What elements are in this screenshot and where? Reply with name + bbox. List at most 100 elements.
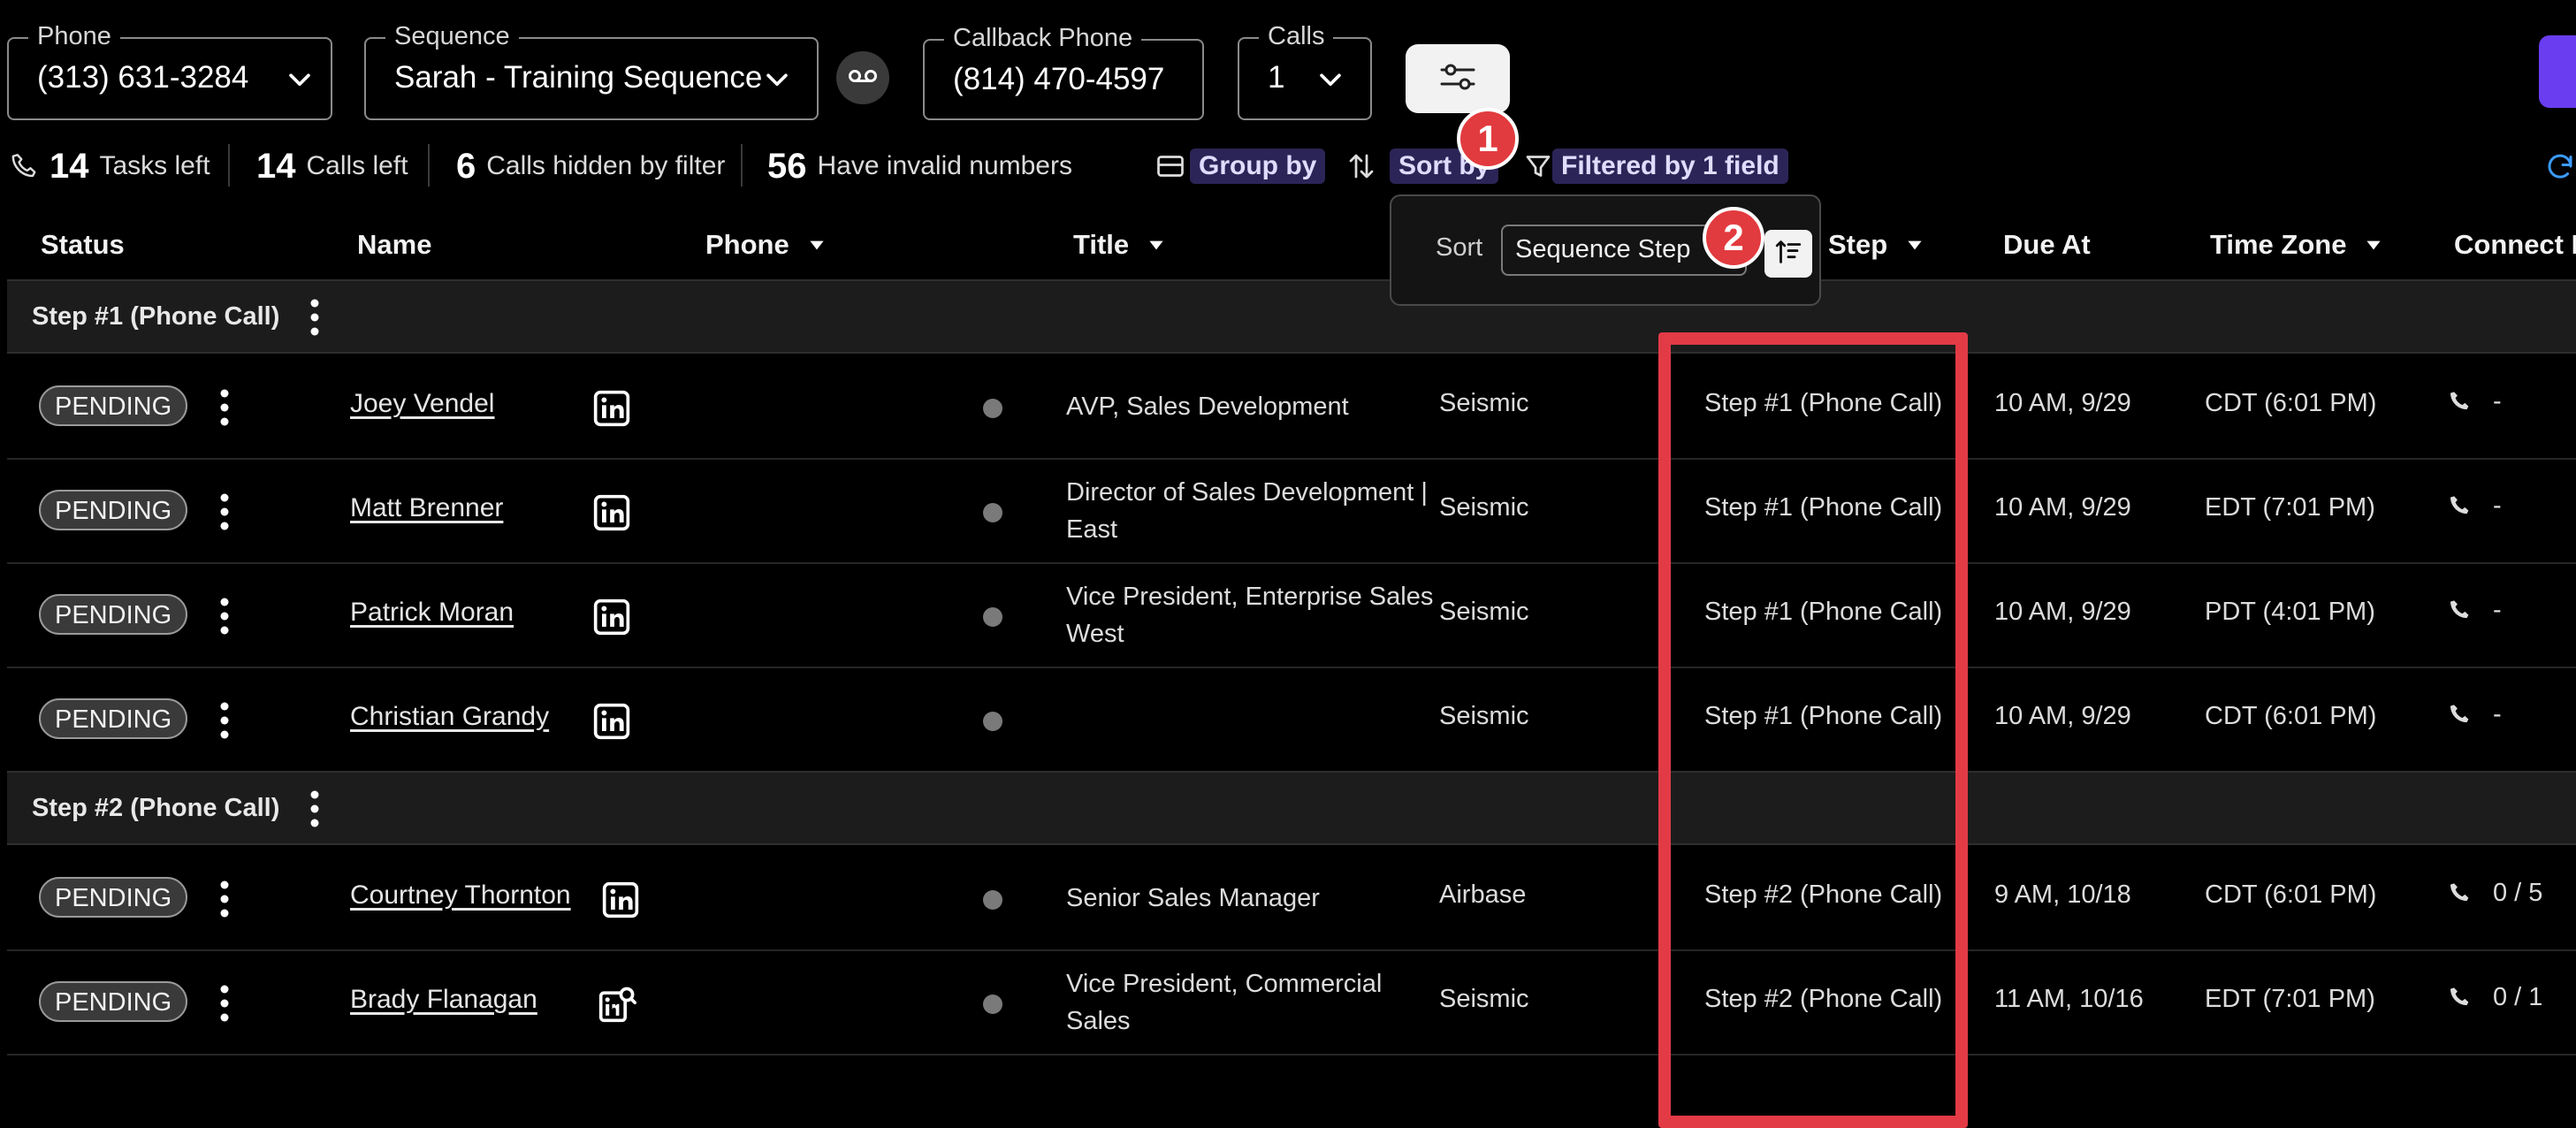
contact-title: Vice President, Commercial Sales: [1066, 970, 1383, 1035]
phone-icon: [2450, 987, 2469, 1006]
more-vertical-icon[interactable]: [216, 879, 233, 919]
time-zone: PDT (4:01 PM): [2205, 598, 2375, 626]
group-label: Step #2 (Phone Call): [32, 794, 280, 822]
linkedin-icon[interactable]: [592, 389, 631, 428]
sort-field-value: Sequence Step: [1515, 235, 1691, 263]
status-dot: [983, 890, 1002, 910]
settings-sliders-button[interactable]: [1406, 44, 1510, 113]
divider: [428, 144, 430, 187]
more-vertical-icon[interactable]: [306, 789, 324, 827]
time-zone: CDT (6:01 PM): [2205, 389, 2377, 417]
more-vertical-icon[interactable]: [216, 983, 233, 1024]
time-zone: EDT (7:01 PM): [2205, 493, 2375, 522]
connect-rate-value: -: [2493, 699, 2502, 728]
table-row[interactable]: PENDING Christian Grandy Seismic Step #1…: [7, 668, 2576, 773]
status-badge: PENDING: [39, 981, 188, 1022]
company-name: Seismic: [1439, 702, 1529, 730]
status-badge: PENDING: [39, 490, 188, 530]
contact-name-link[interactable]: Matt Brenner: [350, 493, 503, 523]
group-label: Step #1 (Phone Call): [32, 302, 280, 331]
table-row[interactable]: PENDING Patrick Moran Vice President, En…: [7, 564, 2576, 668]
tasks-left-count: 14: [50, 146, 89, 186]
table-row[interactable]: PENDING Matt Brenner Director of Sales D…: [7, 460, 2576, 564]
calls-left-label: Calls left: [306, 151, 408, 180]
contact-name-link[interactable]: Christian Grandy: [350, 702, 549, 732]
calls-select[interactable]: Calls 1: [1238, 21, 1372, 120]
phone-icon: [2450, 705, 2469, 723]
hidden-calls-stat: 6 Calls hidden by filter: [456, 144, 725, 188]
phone-select-label: Phone: [28, 21, 120, 51]
linkedin-icon[interactable]: [592, 493, 631, 532]
column-name[interactable]: Name: [357, 225, 431, 264]
more-vertical-icon[interactable]: [216, 387, 233, 428]
caret-down-icon: [2366, 240, 2382, 250]
group-header: Step #1 (Phone Call): [7, 279, 2576, 354]
sequence-select[interactable]: Sequence Sarah - Training Sequence: [364, 21, 819, 120]
column-status[interactable]: Status: [41, 225, 125, 264]
refresh-icon[interactable]: [2544, 150, 2576, 182]
primary-action-button[interactable]: [2539, 35, 2576, 108]
connect-rate: 0 / 5: [2447, 875, 2542, 911]
contact-name-link[interactable]: Patrick Moran: [350, 598, 514, 628]
phone-select[interactable]: Phone (313) 631-3284: [7, 21, 332, 120]
divider: [741, 144, 743, 187]
more-vertical-icon[interactable]: [216, 492, 233, 532]
status-badge: PENDING: [39, 594, 188, 635]
invalid-numbers-label: Have invalid numbers: [817, 151, 1072, 180]
callback-phone-field[interactable]: Callback Phone (814) 470-4597: [923, 23, 1204, 120]
column-title[interactable]: Title: [1073, 225, 1168, 264]
connect-rate-value: -: [2493, 595, 2502, 624]
status-dot: [983, 503, 1002, 522]
company-name: Airbase: [1439, 880, 1527, 909]
contact-name-link[interactable]: Brady Flanagan: [350, 985, 537, 1015]
phone-icon: [2450, 883, 2469, 902]
group-header: Step #2 (Phone Call): [7, 771, 2576, 845]
connect-rate-value: 0 / 5: [2493, 878, 2543, 907]
table-row[interactable]: PENDING Joey Vendel AVP, Sales Developme…: [7, 355, 2576, 460]
chevron-down-icon: [762, 65, 792, 95]
due-at: 9 AM, 10/18: [1994, 880, 2131, 909]
callback-phone-value: (814) 470-4597: [953, 62, 1165, 96]
invalid-numbers-stat: 56 Have invalid numbers: [767, 144, 1072, 188]
linkedin-icon[interactable]: [592, 702, 631, 741]
contact-name-link[interactable]: Courtney Thornton: [350, 880, 571, 911]
status-dot: [983, 399, 1002, 418]
linkedin-icon[interactable]: [601, 880, 640, 919]
filtered-by-field-button[interactable]: Filtered by 1 field: [1552, 149, 1788, 184]
more-vertical-icon[interactable]: [306, 297, 324, 336]
table-row[interactable]: PENDING Courtney Thornton Senior Sales M…: [7, 847, 2576, 951]
sort-label: Sort: [1436, 233, 1483, 262]
contact-title: [1066, 668, 1437, 771]
column-phone[interactable]: Phone: [705, 225, 828, 264]
column-time-zone[interactable]: Time Zone: [2210, 225, 2385, 264]
status-dot: [983, 607, 1002, 627]
column-due-at[interactable]: Due At: [2003, 225, 2091, 264]
linkedin-search-icon[interactable]: [598, 985, 636, 1024]
company-name: Seismic: [1439, 389, 1529, 417]
due-at: 11 AM, 10/16: [1994, 985, 2144, 1013]
linkedin-icon[interactable]: [592, 598, 631, 636]
annotation-badge-1: 1: [1457, 108, 1519, 170]
column-step[interactable]: Step: [1828, 225, 1926, 264]
phone-icon: [2450, 392, 2469, 410]
time-zone: CDT (6:01 PM): [2205, 880, 2377, 909]
more-vertical-icon[interactable]: [216, 596, 233, 636]
column-connect-rate[interactable]: Connect Ra: [2454, 225, 2576, 264]
phone-select-value: (313) 631-3284: [37, 60, 249, 95]
status-badge: PENDING: [39, 698, 188, 739]
table-row[interactable]: PENDING Brady Flanagan Vice President, C…: [7, 951, 2576, 1056]
column-phone-label: Phone: [705, 229, 789, 260]
sort-ascending-icon: [1773, 237, 1803, 271]
voicemail-button[interactable]: [836, 51, 889, 104]
step-column-highlight: [1658, 332, 1968, 1128]
contact-name-link[interactable]: Joey Vendel: [350, 389, 494, 419]
column-time-zone-label: Time Zone: [2210, 229, 2347, 260]
more-vertical-icon[interactable]: [216, 700, 233, 741]
sequence-select-value: Sarah - Training Sequence: [394, 60, 763, 95]
calls-left-count: 14: [256, 146, 296, 186]
connect-rate: -: [2447, 384, 2502, 419]
chevron-down-icon: [285, 65, 315, 95]
group-by-button[interactable]: Group by: [1190, 149, 1326, 184]
sort-direction-button[interactable]: [1764, 230, 1812, 278]
connect-rate-value: -: [2493, 386, 2502, 415]
